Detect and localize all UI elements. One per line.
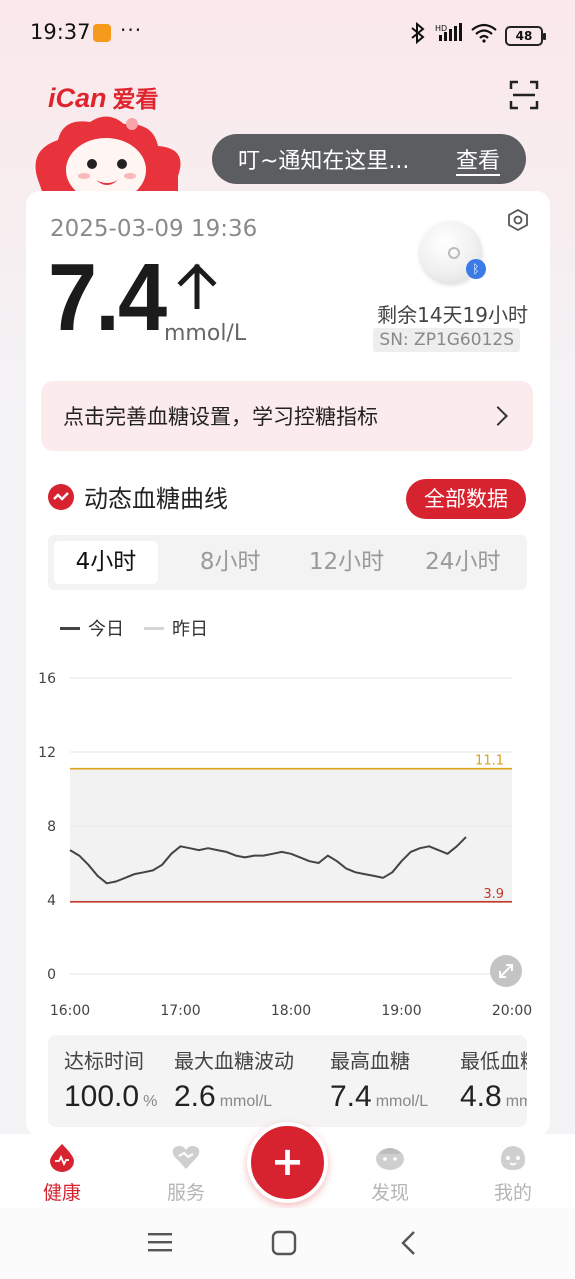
- stat-unit: mmol/L: [375, 1093, 429, 1110]
- chevron-right-icon: [488, 406, 508, 426]
- add-record-button[interactable]: +: [247, 1122, 328, 1203]
- nav-discover[interactable]: 发现: [350, 1142, 430, 1205]
- app-notification-icon: [93, 24, 111, 42]
- stat-in-range: 达标时间 100.0%: [64, 1045, 157, 1114]
- nav-health-label: 健康: [42, 1182, 81, 1204]
- tab-24h[interactable]: 24小时: [405, 541, 521, 584]
- service-heart-icon: [171, 1142, 201, 1172]
- nav-health[interactable]: 健康: [22, 1142, 102, 1205]
- upper-limit-label: 11.1: [475, 754, 504, 769]
- status-time: 19:37: [30, 20, 91, 44]
- stat-unit: mmol/L: [505, 1093, 527, 1110]
- stat-value: 4.8: [460, 1080, 502, 1113]
- legend-yesterday-line: [144, 626, 164, 630]
- plus-icon: +: [270, 1138, 305, 1185]
- stat-value: 2.6: [174, 1080, 216, 1113]
- stat-unit: %: [143, 1093, 158, 1110]
- reading-datetime: 2025-03-09 19:36: [50, 216, 258, 242]
- nav-profile[interactable]: 我的: [473, 1142, 553, 1205]
- logo-text-cn: 爱看: [112, 87, 159, 113]
- status-icons: HD 48: [409, 21, 546, 49]
- notification-text: 叮~通知在这里...: [238, 149, 410, 174]
- glucose-value: 7.4: [48, 244, 167, 351]
- stat-label: 最高血糖: [330, 1049, 410, 1073]
- mascot-illustration: [28, 110, 193, 202]
- x-tick-label: 17:00: [160, 1003, 200, 1019]
- stat-max-fluctuation: 最大血糖波动 2.6 mmol/L: [174, 1045, 294, 1114]
- y-tick-label: 4: [47, 893, 56, 909]
- legend-yesterday: 昨日: [144, 615, 208, 641]
- status-bar: 19:37 ··· HD 48: [0, 0, 575, 66]
- banner-text: 点击完善血糖设置，学习控糖指标: [63, 405, 378, 429]
- notification-view-link[interactable]: 查看: [456, 143, 526, 175]
- glucose-card: 2025-03-09 19:36 7.4 mmol/L ᛒ 剩余14天19小时 …: [26, 191, 550, 1136]
- tab-4h[interactable]: 4小时: [54, 541, 158, 584]
- stat-value: 100.0: [64, 1080, 140, 1113]
- svg-text:HD: HD: [435, 24, 447, 33]
- glucose-settings-banner[interactable]: 点击完善血糖设置，学习控糖指标: [41, 381, 533, 451]
- settings-gear-icon[interactable]: [506, 208, 530, 232]
- stat-label: 达标时间: [64, 1049, 144, 1073]
- stat-value: 7.4: [330, 1080, 372, 1113]
- system-navigation-bar: [0, 1208, 575, 1279]
- sensor-serial: SN: ZP1G6012S: [373, 328, 520, 352]
- tab-8h[interactable]: 8小时: [172, 541, 288, 584]
- y-tick-label: 0: [47, 967, 56, 983]
- x-tick-label: 16:00: [50, 1003, 90, 1019]
- y-tick-label: 16: [38, 671, 56, 687]
- more-notifications-icon: ···: [120, 18, 143, 42]
- glucose-unit: mmol/L: [164, 321, 247, 346]
- sensor-remaining-time: 剩余14天19小时: [377, 303, 528, 327]
- trend-up-arrow-icon: [176, 261, 218, 310]
- x-tick-label: 20:00: [492, 1003, 532, 1019]
- lower-limit-label: 3.9: [483, 887, 504, 902]
- tab-12h[interactable]: 12小时: [288, 541, 404, 584]
- curve-section-header: 动态血糖曲线: [48, 479, 228, 514]
- legend-today: 今日: [60, 615, 124, 641]
- y-tick-label: 8: [47, 819, 56, 835]
- back-icon[interactable]: [398, 1230, 428, 1258]
- legend-today-label: 今日: [88, 619, 124, 640]
- curve-icon: [48, 483, 74, 510]
- battery-icon: 48: [505, 25, 546, 46]
- app-logo: iCan 爱看: [48, 80, 159, 114]
- home-icon[interactable]: [271, 1230, 301, 1258]
- nav-discover-label: 发现: [370, 1182, 409, 1204]
- y-tick-label: 12: [38, 745, 56, 761]
- wifi-icon: [471, 23, 497, 48]
- stat-max-glucose: 最高血糖 7.4 mmol/L: [330, 1045, 428, 1114]
- stat-label: 最大血糖波动: [174, 1049, 294, 1073]
- bluetooth-badge-icon: ᛒ: [466, 259, 486, 279]
- target-range-band: [70, 768, 512, 902]
- legend-today-line: [60, 626, 80, 630]
- discover-mascot-icon: [375, 1142, 405, 1172]
- signal-icon: HD: [435, 23, 463, 48]
- chart-legend: 今日 昨日: [60, 615, 228, 641]
- all-data-button[interactable]: 全部数据: [406, 479, 526, 519]
- stats-card: 达标时间 100.0% 最大血糖波动 2.6 mmol/L 最高血糖 7.4 mmo…: [48, 1035, 527, 1127]
- stat-label: 最低血糖: [460, 1049, 527, 1073]
- stat-min-glucose: 最低血糖 4.8mmol/L: [460, 1045, 527, 1114]
- nav-service-label: 服务: [166, 1182, 205, 1204]
- time-range-tabs: 4小时 8小时 12小时 24小时: [48, 535, 527, 590]
- scan-icon[interactable]: [509, 80, 539, 110]
- curve-section-title: 动态血糖曲线: [84, 485, 228, 513]
- legend-yesterday-label: 昨日: [172, 619, 208, 640]
- bluetooth-icon: [409, 21, 427, 49]
- nav-profile-label: 我的: [493, 1182, 532, 1204]
- x-tick-label: 19:00: [381, 1003, 421, 1019]
- menu-icon[interactable]: [147, 1230, 177, 1258]
- health-drop-icon: [47, 1142, 77, 1172]
- sensor-device-image[interactable]: ᛒ: [420, 221, 486, 283]
- glucose-line-chart: 16 12 8 4 0 16:00 17:00 18:00 19:00 20:00 11.1 3.9: [38, 671, 532, 1019]
- x-tick-label: 18:00: [271, 1003, 311, 1019]
- profile-mascot-icon: [498, 1142, 528, 1172]
- stat-unit: mmol/L: [219, 1093, 273, 1110]
- nav-service[interactable]: 服务: [146, 1142, 226, 1205]
- notification-bubble[interactable]: 叮~通知在这里... 查看: [212, 134, 526, 184]
